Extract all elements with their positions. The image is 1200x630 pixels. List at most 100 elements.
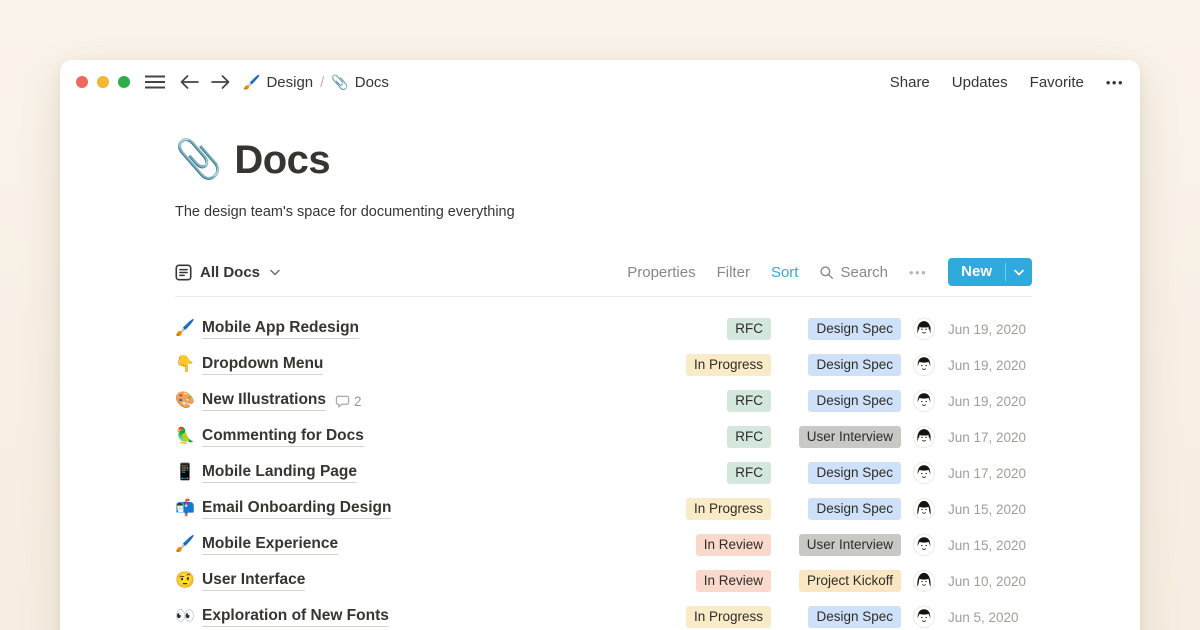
type-badge[interactable]: User Interview <box>799 534 901 556</box>
doc-title-link[interactable]: User Interface <box>202 571 305 591</box>
status-badge[interactable]: In Progress <box>686 498 771 520</box>
status-column: In Progress <box>621 498 771 520</box>
more-options-icon[interactable]: ••• <box>1106 75 1124 90</box>
type-column: Design Spec <box>773 390 901 412</box>
status-column: RFC <box>621 462 771 484</box>
type-badge[interactable]: Design Spec <box>808 390 901 412</box>
status-badge[interactable]: RFC <box>727 390 771 412</box>
type-badge[interactable]: Design Spec <box>808 498 901 520</box>
status-badge[interactable]: RFC <box>727 318 771 340</box>
breadcrumb-item-design[interactable]: 🖌️ Design <box>243 74 313 91</box>
comment-badge[interactable]: 2 <box>335 394 362 409</box>
search-icon <box>819 265 834 280</box>
share-button[interactable]: Share <box>890 74 930 91</box>
close-window-button[interactable] <box>76 76 88 88</box>
row-main: Exploration of New Fonts <box>202 607 621 627</box>
avatar[interactable] <box>913 354 935 376</box>
new-dropdown-button[interactable] <box>1006 258 1032 286</box>
back-arrow-icon[interactable] <box>180 75 199 89</box>
type-badge[interactable]: User Interview <box>799 426 901 448</box>
page-paperclip-icon[interactable]: 📎 <box>175 136 222 184</box>
table-row: 🖌️ Mobile App Redesign RFC Design Spec J… <box>175 311 1032 347</box>
type-column: Design Spec <box>773 462 901 484</box>
palette-icon: 🎨 <box>175 393 202 409</box>
filter-button[interactable]: Filter <box>717 264 750 281</box>
table-row: 🖌️ Mobile Experience In Review User Inte… <box>175 527 1032 563</box>
avatar[interactable] <box>913 462 935 484</box>
avatar[interactable] <box>913 498 935 520</box>
page-content: 📎 Docs The design team's space for docum… <box>175 136 1032 630</box>
doc-list-icon <box>175 264 192 281</box>
avatar[interactable] <box>913 390 935 412</box>
doc-title-link[interactable]: Mobile Landing Page <box>202 463 357 483</box>
status-column: In Progress <box>621 354 771 376</box>
doc-title-link[interactable]: Mobile App Redesign <box>202 319 359 339</box>
paperclip-icon: 📎 <box>331 75 348 89</box>
minimize-window-button[interactable] <box>97 76 109 88</box>
status-badge[interactable]: In Review <box>696 570 771 592</box>
status-badge[interactable]: RFC <box>727 462 771 484</box>
point-down-icon: 👇 <box>175 357 202 373</box>
type-column: User Interview <box>773 534 901 556</box>
type-badge[interactable]: Design Spec <box>808 354 901 376</box>
search-button[interactable]: Search <box>819 264 888 281</box>
hamburger-menu-icon[interactable] <box>145 75 165 89</box>
view-selector-label: All Docs <box>200 264 260 281</box>
doc-table: 🖌️ Mobile App Redesign RFC Design Spec J… <box>175 311 1032 630</box>
doc-title-link[interactable]: Mobile Experience <box>202 535 338 555</box>
updates-button[interactable]: Updates <box>952 74 1008 91</box>
avatar[interactable] <box>913 570 935 592</box>
status-badge[interactable]: In Progress <box>686 354 771 376</box>
avatar[interactable] <box>913 534 935 556</box>
status-badge[interactable]: RFC <box>727 426 771 448</box>
avatar[interactable] <box>913 606 935 628</box>
status-column: RFC <box>621 318 771 340</box>
doc-date: Jun 19, 2020 <box>948 358 1032 373</box>
chevron-down-icon <box>270 269 280 276</box>
breadcrumb-item-docs[interactable]: 📎 Docs <box>331 74 389 91</box>
new-button[interactable]: New <box>948 258 1032 286</box>
row-main: Mobile Landing Page <box>202 463 621 483</box>
doc-date: Jun 10, 2020 <box>948 574 1032 589</box>
comment-count: 2 <box>354 394 362 409</box>
status-badge[interactable]: In Review <box>696 534 771 556</box>
view-toolbar: All Docs Properties Filter Sort Search <box>175 258 1032 297</box>
type-badge[interactable]: Project Kickoff <box>799 570 901 592</box>
view-selector[interactable]: All Docs <box>175 264 280 281</box>
mailbox-icon: 📬 <box>175 501 202 517</box>
type-badge[interactable]: Design Spec <box>808 606 901 628</box>
status-column: RFC <box>621 390 771 412</box>
table-row: 📬 Email Onboarding Design In Progress De… <box>175 491 1032 527</box>
doc-title-link[interactable]: Dropdown Menu <box>202 355 323 375</box>
doc-title-link[interactable]: Exploration of New Fonts <box>202 607 389 627</box>
type-column: Project Kickoff <box>773 570 901 592</box>
search-label: Search <box>840 264 888 281</box>
table-row: 👀 Exploration of New Fonts In Progress D… <box>175 599 1032 630</box>
favorite-button[interactable]: Favorite <box>1030 74 1084 91</box>
page-subtitle: The design team's space for documenting … <box>175 202 1032 222</box>
doc-title-link[interactable]: Commenting for Docs <box>202 427 364 447</box>
avatar[interactable] <box>913 318 935 340</box>
doc-date: Jun 17, 2020 <box>948 430 1032 445</box>
toolbar-more-icon[interactable]: ••• <box>909 265 927 280</box>
doc-title-link[interactable]: Email Onboarding Design <box>202 499 391 519</box>
type-badge[interactable]: Design Spec <box>808 462 901 484</box>
sort-button[interactable]: Sort <box>771 264 799 281</box>
zoom-window-button[interactable] <box>118 76 130 88</box>
avatar[interactable] <box>913 426 935 448</box>
paintbrush-icon: 🖌️ <box>175 537 202 553</box>
properties-button[interactable]: Properties <box>627 264 695 281</box>
doc-title-link[interactable]: New Illustrations <box>202 391 326 411</box>
row-main: Mobile Experience <box>202 535 621 555</box>
type-column: User Interview <box>773 426 901 448</box>
comment-bubble-icon <box>335 394 350 409</box>
doc-date: Jun 19, 2020 <box>948 322 1032 337</box>
paintbrush-icon: 🖌️ <box>243 75 260 89</box>
status-column: In Review <box>621 534 771 556</box>
eyes-icon: 👀 <box>175 609 202 625</box>
type-badge[interactable]: Design Spec <box>808 318 901 340</box>
status-badge[interactable]: In Progress <box>686 606 771 628</box>
forward-arrow-icon[interactable] <box>211 75 230 89</box>
breadcrumb-label: Design <box>266 74 313 91</box>
doc-date: Jun 5, 2020 <box>948 610 1032 625</box>
